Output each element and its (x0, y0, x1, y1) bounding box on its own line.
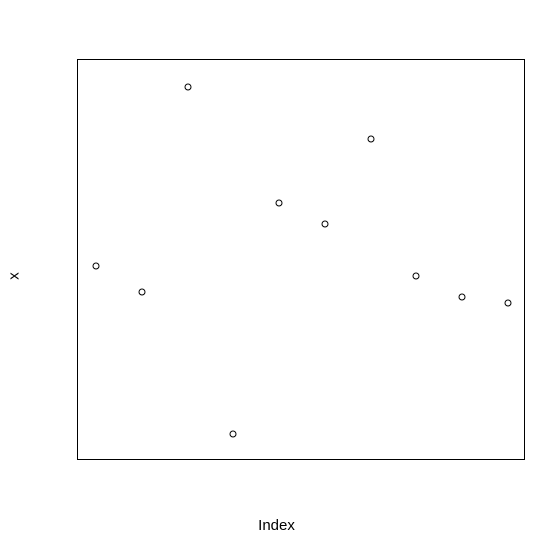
data-point (321, 220, 328, 227)
y-axis-label: x (6, 272, 23, 280)
data-point (459, 294, 466, 301)
data-point (413, 273, 420, 280)
data-point (230, 431, 237, 438)
data-point (92, 262, 99, 269)
plot-area (77, 59, 525, 460)
data-point (138, 289, 145, 296)
x-axis-label: Index (258, 517, 295, 534)
data-point (276, 199, 283, 206)
chart-figure: Index x (0, 0, 553, 552)
data-point (184, 83, 191, 90)
data-point (367, 136, 374, 143)
data-point (505, 299, 512, 306)
